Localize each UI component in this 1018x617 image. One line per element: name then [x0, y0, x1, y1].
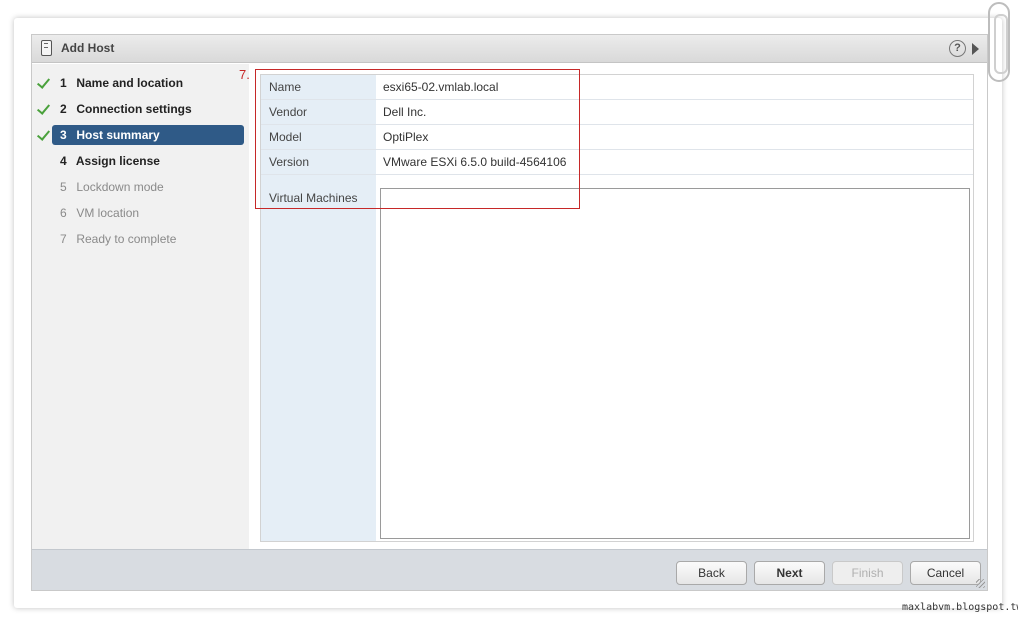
check-icon: [37, 128, 49, 142]
step-label: Ready to complete: [76, 232, 177, 246]
annotation-number: 7.: [239, 67, 250, 82]
watermark: maxlabvm.blogspot.tw: [902, 602, 1018, 613]
step-label: Host summary: [76, 128, 160, 142]
title-bar: Add Host ?: [32, 35, 987, 63]
expand-arrow-icon[interactable]: [972, 43, 979, 55]
step-label: VM location: [76, 206, 140, 220]
annotation-highlight-box: [255, 69, 580, 209]
step-ready-to-complete: 7 Ready to complete: [60, 232, 177, 246]
step-assign-license[interactable]: 4 Assign license: [52, 151, 244, 171]
help-icon[interactable]: ?: [949, 40, 966, 57]
step-host-summary[interactable]: 3 Host summary: [52, 125, 244, 145]
paperclip-icon: [988, 2, 1010, 82]
step-connection-settings[interactable]: 2 Connection settings: [52, 99, 244, 119]
resize-grip-icon[interactable]: [976, 579, 985, 588]
step-label: Connection settings: [76, 102, 192, 116]
cancel-button[interactable]: Cancel: [910, 561, 981, 585]
next-button[interactable]: Next: [754, 561, 825, 585]
host-icon: [41, 40, 52, 56]
step-lockdown-mode: 5 Lockdown mode: [60, 180, 164, 194]
step-label: Assign license: [75, 154, 160, 168]
back-button[interactable]: Back: [676, 561, 747, 585]
wizard-steps: 1 Name and location 2 Connection setting…: [32, 64, 249, 549]
step-vm-location: 6 VM location: [60, 206, 140, 220]
dialog-footer: Back Next Finish Cancel: [32, 549, 987, 590]
step-label: Name and location: [76, 76, 184, 90]
check-icon: [37, 102, 49, 116]
dialog-title: Add Host: [61, 41, 115, 55]
step-label: Lockdown mode: [76, 180, 164, 194]
finish-button: Finish: [832, 561, 903, 585]
virtual-machines-list[interactable]: [380, 188, 970, 539]
check-icon: [37, 76, 49, 90]
step-name-and-location[interactable]: 1 Name and location: [52, 73, 244, 93]
